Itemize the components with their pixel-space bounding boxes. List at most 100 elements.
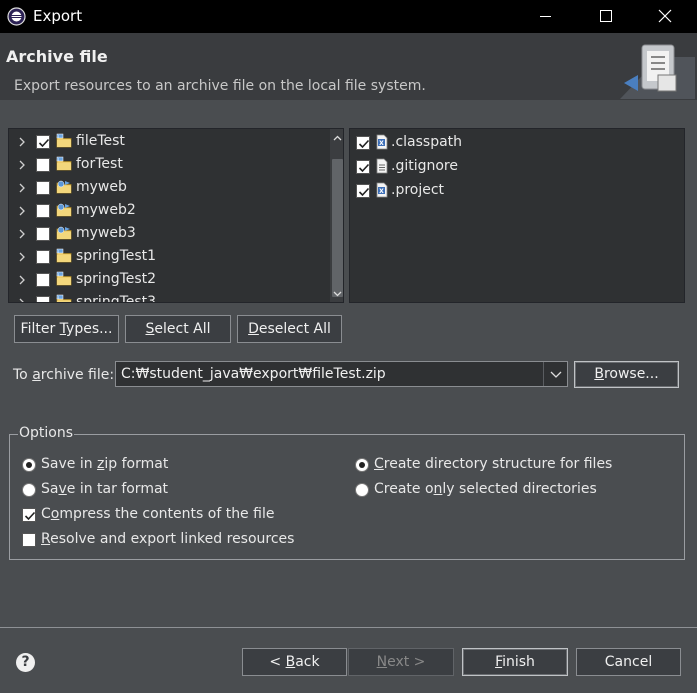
finish-button[interactable]: Finish [462,648,568,676]
wizard-description: Export resources to an archive file on t… [14,78,426,94]
tree-item-label: springTest2 [76,271,157,287]
wizard-header: Archive file Export resources to an arch… [0,33,697,100]
web-project-folder-icon [56,203,72,217]
web-project-folder-icon [56,180,72,194]
title-bar: Export [0,0,697,33]
checkbox-checked-icon[interactable] [36,135,50,149]
svg-text:X: X [379,140,384,147]
svg-text:X: X [379,188,384,195]
options-legend: Options [18,425,75,441]
tree-item-label: myweb3 [76,225,136,241]
checkbox-unchecked-icon[interactable] [36,250,50,264]
checkbox-unchecked-icon[interactable] [22,533,36,547]
file-item-label: .gitignore [391,158,458,174]
java-project-folder-icon: J [56,133,72,148]
tree-item-label: myweb [76,179,127,195]
file-item-label: .project [391,182,445,198]
archive-dropdown-button[interactable] [543,362,567,386]
help-icon[interactable]: ? [16,653,35,672]
chevron-right-icon[interactable] [17,136,27,148]
back-button[interactable]: < Back [242,648,347,676]
tree-item-springtest3[interactable]: JspringTest3 [9,292,329,303]
radio-unselected-icon[interactable] [22,483,36,497]
xml-file-icon: X [376,182,388,198]
scroll-down-icon[interactable] [332,288,343,299]
checkbox-checked-icon[interactable] [356,184,370,198]
checkbox-unchecked-icon[interactable] [36,296,50,302]
tree-item-label: myweb2 [76,202,136,218]
eclipse-app-icon [7,7,26,26]
chevron-right-icon[interactable] [17,159,27,171]
checkbox-unchecked-icon[interactable] [36,273,50,287]
chevron-right-icon[interactable] [17,182,27,194]
project-tree[interactable]: JfileTest JforTest myweb myweb2 myweb3 Jsprin… [8,128,344,303]
tree-item-label: forTest [76,156,123,172]
file-item-gitignore[interactable]: .gitignore [350,156,680,179]
radio-unselected-icon[interactable] [355,483,369,497]
svg-text:J: J [57,295,59,299]
text-file-icon [376,158,388,174]
cancel-button[interactable]: Cancel [576,648,681,676]
chevron-right-icon[interactable] [17,228,27,240]
next-button[interactable]: Next > [348,648,454,676]
archive-file-label: To archive file: [13,367,115,383]
checkbox-unchecked-icon[interactable] [36,204,50,218]
checkbox-checked-icon[interactable] [22,508,36,522]
select-all-button[interactable]: Select All [125,315,231,343]
tree-item-label: springTest3 [76,294,157,303]
xml-file-icon: X [376,134,388,150]
tree-item-springtest1[interactable]: JspringTest1 [9,246,329,269]
checkbox-unchecked-icon[interactable] [36,158,50,172]
minimize-button[interactable] [516,0,576,33]
maximize-button[interactable] [576,0,636,33]
file-item-classpath[interactable]: X .classpath [350,132,680,155]
scroll-thumb[interactable] [332,159,343,297]
chevron-down-icon [550,371,562,378]
tree-item-label: fileTest [76,133,125,149]
close-button[interactable] [636,0,696,33]
archive-file-path[interactable]: C:₩student_java₩export₩fileTest.zip [121,366,386,382]
maximize-icon [600,10,612,22]
chevron-right-icon[interactable] [17,274,27,286]
tree-item-label: springTest1 [76,248,157,264]
svg-text:J: J [57,157,59,161]
close-icon [658,9,672,23]
deselect-all-button[interactable]: Deselect All [237,315,342,343]
tree-scrollbar[interactable] [330,129,343,302]
window-title: Export [33,7,83,25]
checkbox-unchecked-icon[interactable] [36,227,50,241]
java-project-folder-icon: J [56,248,72,263]
browse-button[interactable]: Browse... [574,361,679,388]
archive-file-combo[interactable]: C:₩student_java₩export₩fileTest.zip [115,361,568,387]
tree-item-springtest2[interactable]: JspringTest2 [9,269,329,292]
java-project-folder-icon: J [56,294,72,302]
tree-item-filetest[interactable]: JfileTest [9,131,329,154]
export-archive-icon [620,44,695,99]
scroll-up-icon[interactable] [332,133,343,144]
checkbox-unchecked-icon[interactable] [36,181,50,195]
java-project-folder-icon: J [56,271,72,286]
filter-types-button[interactable]: Filter Types... [14,315,119,343]
chevron-right-icon[interactable] [17,297,27,303]
footer-separator [0,627,697,628]
chevron-right-icon[interactable] [17,251,27,263]
file-item-project[interactable]: X .project [350,180,680,203]
svg-text:J: J [57,249,59,253]
svg-text:J: J [57,272,59,276]
checkbox-checked-icon[interactable] [356,136,370,150]
radio-selected-icon[interactable] [22,458,36,472]
wizard-title: Archive file [6,47,108,66]
tree-item-fortest[interactable]: JforTest [9,154,329,177]
tree-item-myweb3[interactable]: myweb3 [9,223,329,246]
svg-text:J: J [57,134,59,138]
radio-selected-icon[interactable] [355,458,369,472]
java-project-folder-icon: J [56,156,72,171]
tree-item-myweb[interactable]: myweb [9,177,329,200]
chevron-right-icon[interactable] [17,205,27,217]
web-project-folder-icon [56,226,72,240]
file-item-label: .classpath [391,134,463,150]
file-list[interactable]: X .classpath .gitignore X .project [349,128,685,303]
minimize-icon [540,16,551,17]
tree-item-myweb2[interactable]: myweb2 [9,200,329,223]
checkbox-checked-icon[interactable] [356,160,370,174]
